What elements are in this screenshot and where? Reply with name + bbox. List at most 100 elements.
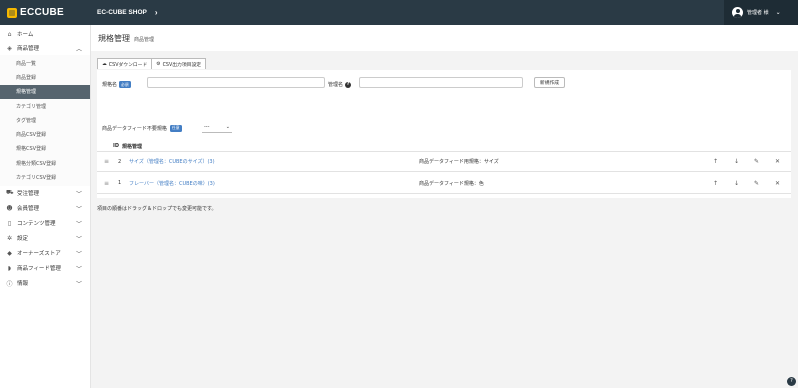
chevron-down-icon: ⌄ (775, 9, 781, 16)
cart-icon: ⛟ (6, 189, 14, 197)
col-name: 規格管理 (122, 144, 143, 150)
logo[interactable]: ECCUBE (0, 0, 91, 25)
feed-select-value: --- (204, 124, 210, 130)
user-menu[interactable]: 管理者 様 ⌄ (724, 0, 798, 25)
chevron-down-icon: ﹀ (75, 205, 82, 213)
page-title: 規格管理 (98, 33, 130, 43)
arrow-up-icon[interactable]: ↑ (713, 158, 718, 165)
top-bar: ECCUBE EC-CUBE SHOP › 管理者 様 ⌄ (0, 0, 798, 25)
sidebar-subitem[interactable]: 商品CSV登録 (0, 127, 90, 141)
drag-note: 項目の順番はドラッグ＆ドロップでも変更可能です。 (97, 206, 217, 212)
help-icon[interactable]: ? (345, 81, 352, 88)
feed-select[interactable]: --- ⌄ (202, 122, 232, 133)
chevron-down-icon: ﹀ (75, 265, 82, 273)
sidebar-subitem[interactable]: 商品一覧 (0, 56, 90, 70)
csv-settings-button[interactable]: ⚙ CSV出力項目設定 (152, 58, 207, 69)
row-id: 2 (118, 158, 122, 165)
sidebar-item-store[interactable]: ◆ オーナーズストア ﹀ (0, 246, 90, 261)
sidebar-subitem[interactable]: カテゴリ管理 (0, 99, 90, 113)
row-feed: 商品データフィード規格：色 (419, 180, 484, 187)
sidebar-item-label: 商品フィード管理 (17, 266, 61, 273)
sidebar-item-contents[interactable]: ▯ コンテンツ管理 ﹀ (0, 216, 90, 231)
sidebar-item-label: 情報 (17, 281, 29, 288)
close-icon[interactable]: ✕ (775, 180, 780, 187)
sidebar-item-info[interactable]: ⓘ 情報 ﹀ (0, 276, 90, 291)
manage-label-text: 管理名 (328, 82, 344, 88)
row-name-link[interactable]: サイズ（管理名：CUBEのサイズ）(3) (129, 158, 215, 165)
cloud-download-icon: ☁ (102, 61, 107, 67)
edit-icon[interactable]: ✎ (754, 158, 759, 165)
store-icon: ◆ (7, 249, 12, 257)
sidebar-item-settings[interactable]: ✲ 設定 ﹀ (0, 231, 90, 246)
sidebar-item-label: 受注管理 (17, 191, 40, 198)
feed-row: 商品データフィード不要規格 任意 (102, 122, 182, 134)
arrow-down-icon[interactable]: ↓ (734, 158, 739, 165)
name-label-text: 規格名 (102, 82, 118, 88)
row-id: 1 (118, 180, 122, 186)
sidebar-subitem[interactable]: タグ管理 (0, 113, 90, 127)
sidebar-item-products[interactable]: ◈ 商品管理 ︿ (0, 41, 90, 55)
feed-label: 商品データフィード不要規格 (102, 125, 167, 132)
chevron-down-icon: ﹀ (75, 250, 82, 258)
user-name: 管理者 様 (747, 10, 769, 16)
info-icon: ⓘ (6, 280, 13, 288)
help-corner-icon[interactable]: ? (787, 377, 796, 386)
sidebar-item-label: ホーム (17, 32, 34, 38)
sidebar-item-label: コンテンツ管理 (17, 221, 56, 228)
edit-icon[interactable]: ✎ (754, 180, 759, 187)
arrow-down-icon[interactable]: ↓ (734, 180, 739, 187)
chevron-down-icon: ﹀ (75, 280, 82, 288)
tab-label: CSV出力項目設定 (162, 62, 202, 68)
table-row: ≡ 2 サイズ（管理名：CUBEのサイズ）(3) 商品データフィード用規格：サイ… (97, 151, 791, 172)
user-icon (732, 7, 743, 18)
sidebar-item-label: 会員管理 (17, 206, 40, 213)
sidebar-subitem-active[interactable]: 規格管理 (0, 84, 90, 99)
chevron-right-icon: › (154, 8, 158, 17)
chevron-down-icon: ﹀ (75, 235, 82, 243)
tab-label: CSVダウンロード (108, 62, 148, 68)
csv-tabs: ☁ CSVダウンロード ⚙ CSV出力項目設定 (97, 58, 207, 69)
optional-badge: 任意 (169, 124, 182, 132)
users-icon: ☻ (6, 204, 13, 212)
class-name-input[interactable] (147, 77, 325, 88)
home-icon: ⌂ (7, 30, 12, 38)
name-label: 規格名 必須 (102, 81, 131, 88)
manage-name-input[interactable] (359, 77, 523, 88)
sidebar-subitem[interactable]: 商品登録 (0, 70, 90, 84)
feed-icon: ◗ (7, 264, 12, 272)
chevron-down-icon: ﹀ (75, 190, 82, 198)
page-subtitle: 商品管理 (134, 36, 155, 43)
chevron-down-icon: ⌄ (225, 124, 230, 130)
manage-label: 管理名 ? (328, 81, 352, 88)
page-header: 規格管理 商品管理 (91, 25, 798, 51)
sidebar-subitem[interactable]: 規格分類CSV登録 (0, 156, 90, 170)
required-badge: 必須 (119, 81, 131, 88)
shop-link[interactable]: EC-CUBE SHOP › (97, 8, 158, 17)
table-header: ID 規格管理 (97, 140, 791, 151)
row-feed: 商品データフィード用規格：サイズ (419, 159, 499, 165)
sidebar-subitem[interactable]: カテゴリCSV登録 (0, 170, 90, 184)
add-button[interactable]: 新規作成 (534, 77, 565, 88)
shop-name: EC-CUBE SHOP (97, 9, 147, 16)
arrow-up-icon[interactable]: ↑ (713, 180, 718, 187)
sidebar-item-orders[interactable]: ⛟ 受注管理 ﹀ (0, 186, 90, 201)
row-name-link[interactable]: フレーバー（管理名：CUBEの味）(3) (129, 180, 215, 187)
sidebar: ⌂ ホーム ◈ 商品管理 ︿ 商品一覧 商品登録 規格管理 カテゴリ管理 タグ管… (0, 25, 91, 388)
csv-download-button[interactable]: ☁ CSVダウンロード (97, 58, 153, 69)
sidebar-item-home[interactable]: ⌂ ホーム (0, 27, 90, 41)
sidebar-subitem[interactable]: 規格CSV登録 (0, 142, 90, 156)
logo-icon (7, 7, 17, 18)
logo-text: ECCUBE (20, 7, 65, 18)
drag-handle-icon[interactable]: ≡ (104, 158, 109, 165)
add-class-form: 規格名 必須 管理名 ? 新規作成 (102, 77, 792, 91)
chevron-down-icon: ﹀ (75, 220, 82, 228)
sidebar-item-members[interactable]: ☻ 会員管理 ﹀ (0, 201, 90, 216)
products-submenu: 商品一覧 商品登録 規格管理 カテゴリ管理 タグ管理 商品CSV登録 規格CSV… (0, 55, 90, 186)
table-row: ≡ 1 フレーバー（管理名：CUBEの味）(3) 商品データフィード規格：色 ↑… (97, 173, 791, 194)
sidebar-item-feed[interactable]: ◗ 商品フィード管理 ﹀ (0, 261, 90, 276)
close-icon[interactable]: ✕ (775, 158, 780, 165)
gear-icon: ✲ (6, 234, 13, 242)
file-icon: ▯ (7, 219, 12, 227)
col-id: ID (113, 143, 120, 149)
drag-handle-icon[interactable]: ≡ (104, 180, 109, 187)
